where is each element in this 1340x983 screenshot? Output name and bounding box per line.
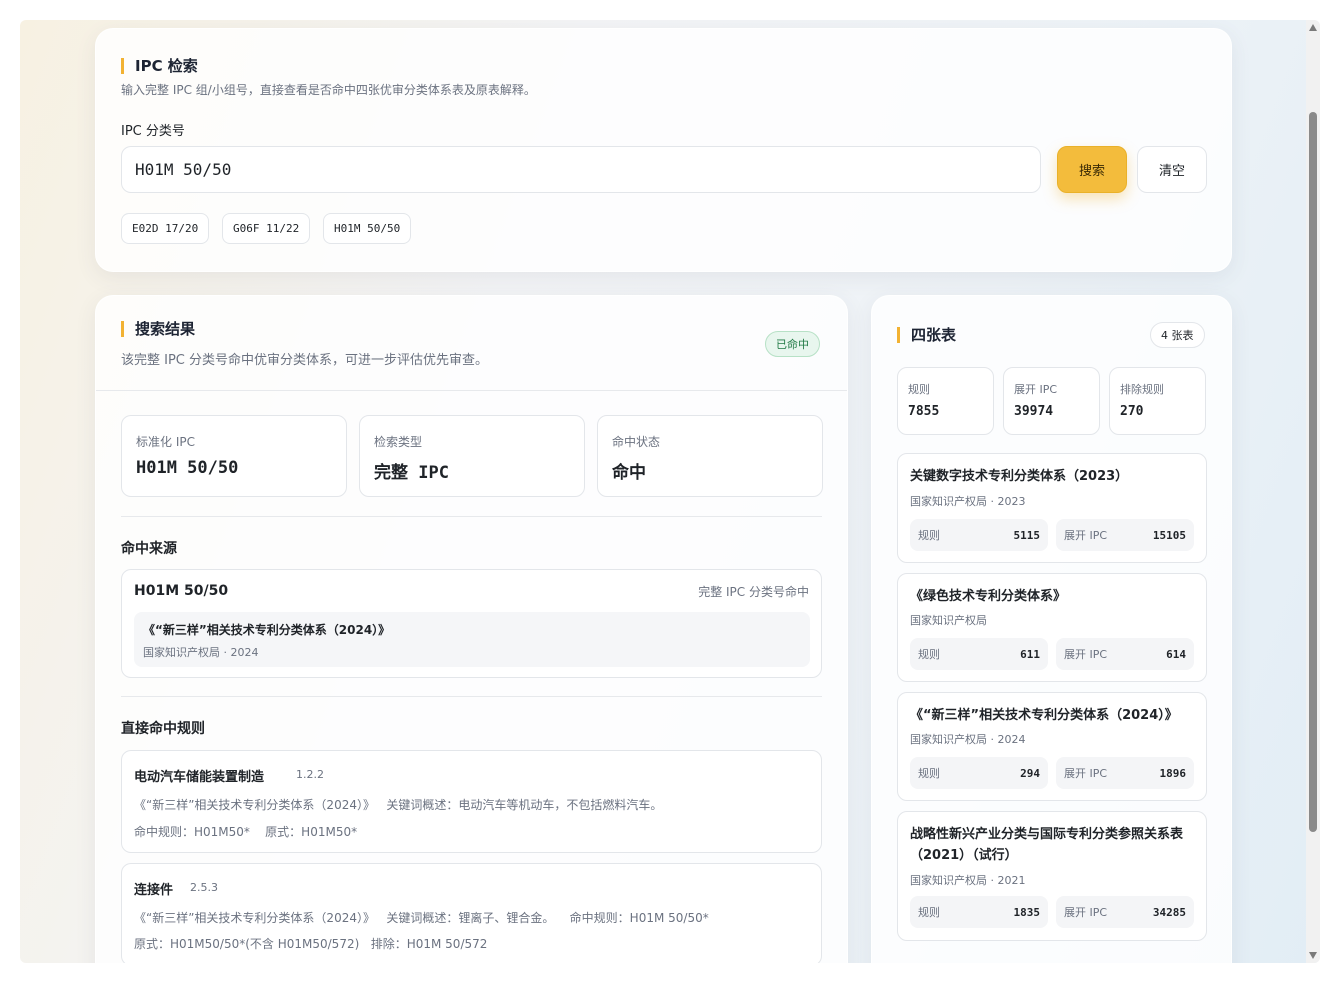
- table-rules-pill: 规则 1835: [910, 896, 1048, 928]
- pill-label: 展开 IPC: [1064, 906, 1108, 919]
- info-hit-status: 命中状态 命中: [597, 415, 823, 497]
- source-system-box: 《“新三样”相关技术专利分类体系（2024）》 国家知识产权局 · 2024: [134, 612, 810, 667]
- table-ipc-pill: 展开 IPC 34285: [1056, 896, 1194, 928]
- table-name: 战略性新兴产业分类与国际专利分类参照关系表（2021）（试行）: [910, 827, 1184, 863]
- pill-value: 1835: [1013, 905, 1041, 919]
- table-item[interactable]: 战略性新兴产业分类与国际专利分类参照关系表（2021）（试行） 国家知识产权局 …: [897, 811, 1207, 941]
- table-rules-pill: 规则 5115: [910, 519, 1048, 551]
- example-chip[interactable]: E02D 17/20: [121, 213, 210, 244]
- rule-formula: 原式：H01M50/50*(不含 H01M50/572) 排除：H01M 50/…: [134, 937, 488, 951]
- table-meta: 国家知识产权局 · 2021: [910, 874, 1026, 887]
- search-title: IPC 检索: [121, 58, 198, 74]
- source-match-type: 完整 IPC 分类号命中: [698, 585, 809, 599]
- pill-label: 展开 IPC: [1064, 767, 1108, 780]
- rule-description: 《“新三样”相关技术专利分类体系（2024）》 关键词概述：锂离子、锂合金。 命…: [134, 911, 709, 925]
- info-label: 标准化 IPC: [136, 435, 195, 449]
- table-item[interactable]: 《“新三样”相关技术专利分类体系（2024）》 国家知识产权局 · 2024 规…: [897, 692, 1207, 801]
- table-meta: 国家知识产权局 · 2023: [910, 495, 1026, 508]
- stat-label: 排除规则: [1120, 383, 1164, 396]
- result-subtitle: 该完整 IPC 分类号命中优审分类体系，可进一步评估优先审查。: [121, 353, 489, 368]
- rule-card: 电动汽车储能装置制造 1.2.2 《“新三样”相关技术专利分类体系（2024）》…: [121, 750, 822, 853]
- table-name: 关键数字技术专利分类体系（2023）: [910, 469, 1129, 484]
- table-meta: 国家知识产权局: [910, 614, 987, 627]
- search-subtitle: 输入完整 IPC 组/小组号，直接查看是否命中四张优审分类体系表及原表解释。: [121, 83, 536, 97]
- source-code: H01M 50/50: [134, 583, 229, 599]
- vertical-scrollbar[interactable]: [1306, 20, 1320, 963]
- table-ipc-pill: 展开 IPC 1896: [1056, 757, 1194, 789]
- pill-label: 规则: [918, 529, 940, 542]
- info-normalized-ipc: 标准化 IPC H01M 50/50: [121, 415, 347, 497]
- result-title: 搜索结果: [121, 321, 195, 337]
- table-ipc-pill: 展开 IPC 15105: [1056, 519, 1194, 551]
- result-card: 搜索结果 该完整 IPC 分类号命中优审分类体系，可进一步评估优先审查。 已命中…: [95, 295, 848, 963]
- stat-exclusion-rules: 排除规则 270: [1109, 367, 1206, 435]
- pill-value: 5115: [1013, 528, 1041, 542]
- pill-value: 294: [1020, 766, 1040, 780]
- ipc-field-label: IPC 分类号: [121, 124, 185, 139]
- hit-status-badge: 已命中: [765, 331, 820, 357]
- app-window: IPC 检索 输入完整 IPC 组/小组号，直接查看是否命中四张优审分类体系表及…: [20, 20, 1320, 963]
- rules-title: 直接命中规则: [121, 721, 205, 737]
- pill-label: 规则: [918, 648, 940, 661]
- pill-value: 611: [1020, 647, 1040, 661]
- pill-value: 15105: [1152, 528, 1186, 542]
- search-card: IPC 检索 输入完整 IPC 组/小组号，直接查看是否命中四张优审分类体系表及…: [95, 28, 1232, 272]
- info-search-type: 检索类型 完整 IPC: [359, 415, 585, 497]
- scrollbar-thumb[interactable]: [1309, 112, 1317, 832]
- table-rules-pill: 规则 294: [910, 757, 1048, 789]
- ipc-search-input[interactable]: [121, 146, 1041, 193]
- table-ipc-pill: 展开 IPC 614: [1056, 638, 1194, 670]
- table-name: 《绿色技术专利分类体系》: [910, 589, 1067, 604]
- pill-label: 规则: [918, 767, 940, 780]
- stat-label: 规则: [908, 383, 930, 396]
- scroll-down-arrow-icon[interactable]: [1309, 952, 1317, 959]
- sources-title: 命中来源: [121, 541, 177, 557]
- info-value: 命中: [612, 463, 646, 483]
- rule-description: 《“新三样”相关技术专利分类体系（2024）》 关键词概述：电动汽车等机动车，不…: [134, 798, 663, 812]
- stat-value: 7855: [908, 404, 940, 419]
- stat-value: 39974: [1014, 404, 1054, 419]
- example-chip[interactable]: H01M 50/50: [323, 213, 412, 244]
- info-label: 检索类型: [374, 435, 423, 449]
- table-item[interactable]: 关键数字技术专利分类体系（2023） 国家知识产权局 · 2023 规则 511…: [897, 453, 1207, 563]
- example-chip[interactable]: G06F 11/22: [222, 213, 311, 244]
- tables-card: 四张表 4 张表 规则 7855 展开 IPC 39974 排除规则 270 关…: [871, 295, 1232, 963]
- rule-card: 连接件 2.5.3 《“新三样”相关技术专利分类体系（2024）》 关键词概述：…: [121, 863, 822, 963]
- search-button[interactable]: 搜索: [1057, 146, 1127, 193]
- stat-label: 展开 IPC: [1014, 383, 1058, 396]
- info-value: H01M 50/50: [136, 458, 239, 478]
- tables-count-badge: 4 张表: [1150, 322, 1205, 348]
- pill-label: 展开 IPC: [1064, 648, 1108, 661]
- header-divider: [96, 390, 847, 391]
- stat-expanded-ipc: 展开 IPC 39974: [1003, 367, 1100, 435]
- section-divider: [121, 696, 822, 697]
- table-meta: 国家知识产权局 · 2024: [910, 733, 1026, 746]
- rule-formula: 命中规则：H01M50* 原式：H01M50*: [134, 825, 358, 839]
- info-value: 完整 IPC: [374, 463, 449, 483]
- scroll-up-arrow-icon[interactable]: [1309, 24, 1317, 31]
- stat-rules: 规则 7855: [897, 367, 994, 435]
- rule-code: 2.5.3: [190, 881, 218, 894]
- stat-value: 270: [1120, 404, 1144, 419]
- rule-name: 连接件: [134, 883, 174, 898]
- table-name: 《“新三样”相关技术专利分类体系（2024）》: [910, 708, 1178, 723]
- table-rules-pill: 规则 611: [910, 638, 1048, 670]
- pill-label: 规则: [918, 906, 940, 919]
- section-divider: [121, 516, 822, 517]
- pill-label: 展开 IPC: [1064, 529, 1108, 542]
- pill-value: 614: [1166, 647, 1186, 661]
- clear-button[interactable]: 清空: [1137, 146, 1207, 193]
- rule-code: 1.2.2: [296, 768, 324, 781]
- source-card: H01M 50/50 完整 IPC 分类号命中 《“新三样”相关技术专利分类体系…: [121, 569, 822, 678]
- pill-value: 34285: [1152, 905, 1186, 919]
- rule-name: 电动汽车储能装置制造: [134, 770, 265, 785]
- tables-title: 四张表: [897, 327, 956, 343]
- source-system-name: 《“新三样”相关技术专利分类体系（2024）》: [143, 623, 391, 637]
- source-system-meta: 国家知识产权局 · 2024: [143, 646, 259, 659]
- pill-value: 1896: [1159, 766, 1187, 780]
- table-item[interactable]: 《绿色技术专利分类体系》 国家知识产权局 规则 611 展开 IPC 614: [897, 573, 1207, 682]
- info-label: 命中状态: [612, 435, 661, 449]
